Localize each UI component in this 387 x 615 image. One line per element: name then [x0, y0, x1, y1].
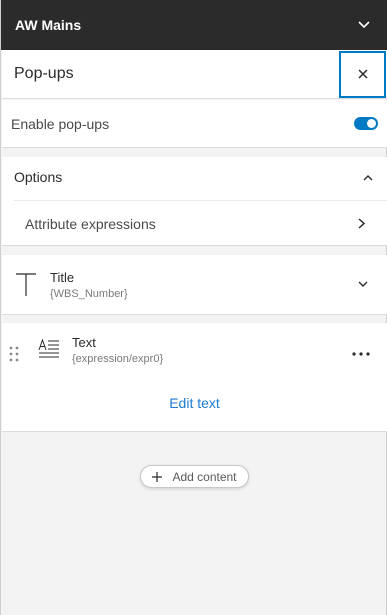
options-section: Options Attribute expressions [2, 157, 387, 246]
toggle-knob [367, 119, 376, 128]
close-icon [357, 69, 368, 79]
drag-handle-icon[interactable] [8, 345, 20, 363]
plus-icon [152, 471, 163, 482]
add-content-button[interactable]: Add content [140, 465, 249, 488]
text-element-value: {expression/expr0} [72, 353, 164, 365]
options-label: Options [14, 169, 63, 185]
title-element-name: Title [50, 269, 75, 285]
options-header[interactable]: Options [2, 157, 387, 197]
text-align-icon [38, 338, 59, 358]
close-button[interactable] [339, 50, 386, 98]
layer-header[interactable]: AW Mains [1, 0, 387, 50]
panel-title: Pop-ups [14, 65, 74, 82]
text-element-row[interactable]: Text {expression/expr0} [2, 323, 387, 383]
title-element[interactable]: Title {WBS_Number} [2, 255, 387, 315]
title-t-icon [16, 272, 36, 296]
chevron-down-icon[interactable] [354, 15, 374, 35]
panel-header: Pop-ups [2, 50, 387, 99]
attribute-expressions-row[interactable]: Attribute expressions [14, 200, 387, 246]
layer-title: AW Mains [15, 17, 82, 33]
text-element: Text {expression/expr0} Edit text [2, 323, 387, 432]
chevron-right-icon [358, 218, 365, 229]
chevron-up-icon [363, 174, 373, 180]
more-options-icon[interactable] [349, 344, 373, 364]
enable-popups-row: Enable pop-ups [2, 100, 387, 148]
edit-text-link[interactable]: Edit text [2, 395, 387, 411]
text-element-name: Text [72, 335, 96, 350]
attribute-expressions-label: Attribute expressions [25, 215, 156, 232]
title-element-value: {WBS_Number} [50, 287, 128, 300]
enable-popups-toggle[interactable] [354, 117, 378, 130]
popups-panel: AW Mains Pop-ups Enable pop-ups Options … [0, 0, 387, 615]
add-content-label: Add content [172, 469, 237, 484]
enable-popups-label: Enable pop-ups [11, 115, 110, 132]
chevron-down-icon[interactable] [353, 275, 373, 295]
